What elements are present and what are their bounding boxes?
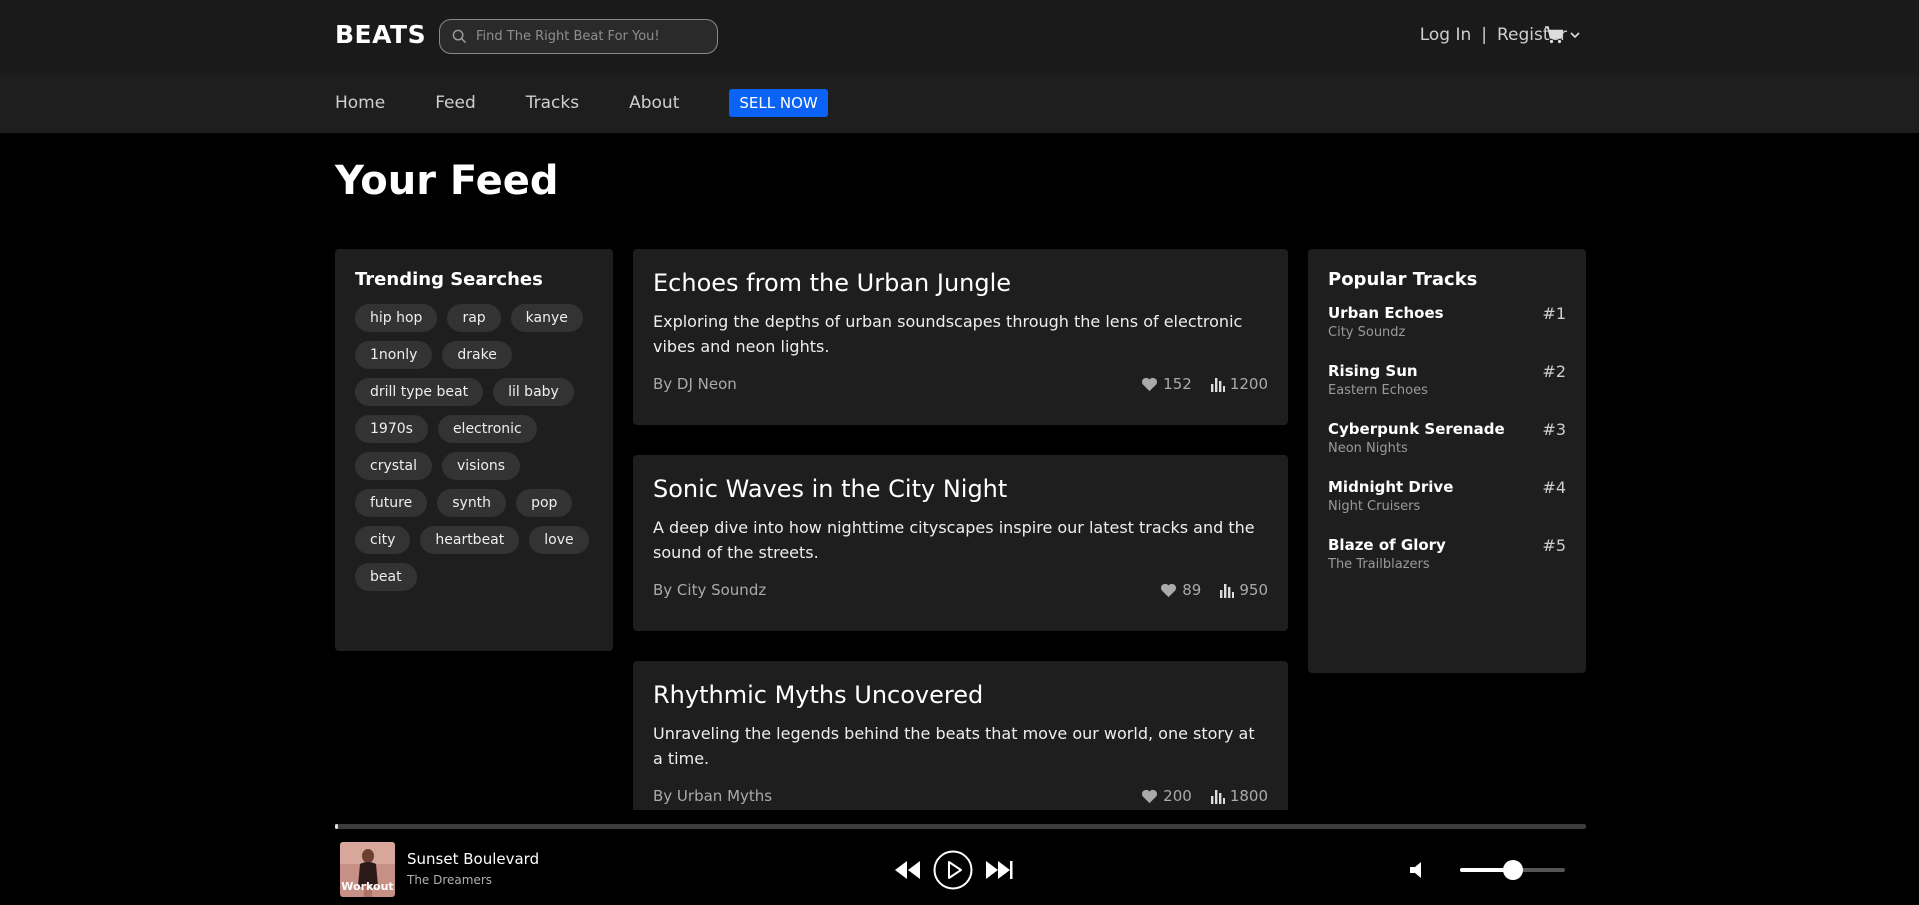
- tag[interactable]: 1nonly: [355, 341, 433, 369]
- track-rank: #2: [1542, 362, 1566, 381]
- track-rank: #5: [1542, 536, 1566, 555]
- tag[interactable]: crystal: [355, 452, 432, 480]
- play-count: 950: [1239, 581, 1268, 599]
- tag[interactable]: heartbeat: [420, 526, 520, 554]
- track-rank: #4: [1542, 478, 1566, 497]
- nav-home[interactable]: Home: [335, 93, 385, 113]
- page-title: Your Feed: [335, 158, 559, 204]
- track-artist: Eastern Echoes: [1328, 383, 1428, 398]
- post-author[interactable]: By Urban Myths: [653, 787, 772, 805]
- now-playing-info: Sunset Boulevard The Dreamers: [407, 850, 539, 887]
- login-link[interactable]: Log In: [1420, 25, 1472, 45]
- post-body: Unraveling the legends behind the beats …: [653, 724, 1255, 768]
- tag[interactable]: 1970s: [355, 415, 428, 443]
- post-title[interactable]: Echoes from the Urban Jungle: [653, 269, 1268, 297]
- sell-now-button[interactable]: SELL NOW: [729, 89, 828, 117]
- post-body: A deep dive into how nighttime cityscape…: [653, 518, 1255, 562]
- tag[interactable]: hip hop: [355, 304, 438, 332]
- track-item[interactable]: Urban Echoes City Soundz #1: [1328, 304, 1566, 340]
- nav-bar: [0, 75, 1919, 133]
- like-count: 200: [1163, 787, 1192, 805]
- chevron-down-icon: [1570, 32, 1580, 39]
- tag[interactable]: lil baby: [493, 378, 574, 406]
- volume-slider-handle[interactable]: [1502, 860, 1523, 880]
- song-artist[interactable]: The Dreamers: [407, 873, 539, 887]
- track-title[interactable]: Blaze of Glory: [1328, 536, 1446, 554]
- track-title[interactable]: Rising Sun: [1328, 362, 1428, 380]
- tag[interactable]: drake: [442, 341, 512, 369]
- feed-post[interactable]: Sonic Waves in the City Night A deep div…: [633, 455, 1288, 631]
- brand-logo[interactable]: BEATS: [335, 20, 426, 49]
- track-artist: Night Cruisers: [1328, 499, 1421, 514]
- tag[interactable]: love: [529, 526, 589, 554]
- popular-tracks-panel: Popular Tracks Urban Echoes City Soundz #…: [1308, 249, 1586, 673]
- track-artist: Neon Nights: [1328, 441, 1408, 456]
- track-item[interactable]: Midnight Drive Night Cruisers #4: [1328, 478, 1566, 514]
- auth-separator: |: [1481, 25, 1487, 45]
- play-count: 1800: [1229, 787, 1268, 805]
- track-item[interactable]: Rising Sun Eastern Echoes #2: [1328, 362, 1566, 398]
- main-nav: Home Feed Tracks About SELL NOW: [335, 89, 828, 117]
- track-title[interactable]: Midnight Drive: [1328, 478, 1453, 496]
- heart-icon[interactable]: [1160, 583, 1177, 598]
- album-cover-label: Workout: [341, 880, 394, 893]
- track-title[interactable]: Cyberpunk Serenade: [1328, 420, 1505, 438]
- track-title[interactable]: Urban Echoes: [1328, 304, 1444, 322]
- previous-track-icon[interactable]: [893, 859, 921, 881]
- like-count: 89: [1182, 581, 1202, 599]
- volume-slider[interactable]: [1460, 860, 1565, 880]
- nav-about[interactable]: About: [629, 93, 679, 113]
- tag-list: hip hop rap kanye 1nonly drake drill typ…: [355, 304, 593, 591]
- track-item[interactable]: Cyberpunk Serenade Neon Nights #3: [1328, 420, 1566, 456]
- nav-tracks[interactable]: Tracks: [526, 93, 579, 113]
- tag[interactable]: pop: [516, 489, 573, 517]
- tag[interactable]: drill type beat: [355, 378, 484, 406]
- track-item[interactable]: Blaze of Glory The Trailblazers #5: [1328, 536, 1566, 572]
- search-icon: [452, 29, 467, 44]
- bar-chart-icon: [1220, 583, 1235, 598]
- tag[interactable]: rap: [447, 304, 501, 332]
- top-bar: [0, 0, 1919, 75]
- heart-icon[interactable]: [1141, 377, 1158, 392]
- tag[interactable]: beat: [355, 563, 417, 591]
- trending-title: Trending Searches: [355, 269, 543, 290]
- post-body: Exploring the depths of urban soundscape…: [653, 312, 1243, 356]
- track-rank: #1: [1542, 304, 1566, 323]
- tag[interactable]: kanye: [510, 304, 583, 332]
- feed-posts: Echoes from the Urban Jungle Exploring t…: [633, 249, 1288, 810]
- trending-searches-panel: Trending Searches hip hop rap kanye 1non…: [335, 249, 613, 651]
- tag[interactable]: city: [355, 526, 411, 554]
- post-title[interactable]: Sonic Waves in the City Night: [653, 475, 1268, 503]
- popular-title: Popular Tracks: [1328, 269, 1478, 290]
- track-rank: #3: [1542, 420, 1566, 439]
- tag[interactable]: electronic: [437, 415, 537, 443]
- cart-icon: [1545, 26, 1564, 44]
- song-title[interactable]: Sunset Boulevard: [407, 850, 539, 868]
- post-author[interactable]: By DJ Neon: [653, 375, 737, 393]
- tag[interactable]: synth: [437, 489, 507, 517]
- post-title[interactable]: Rhythmic Myths Uncovered: [653, 681, 1268, 709]
- album-cover[interactable]: Workout: [340, 842, 395, 897]
- like-count: 152: [1163, 375, 1192, 393]
- play-icon[interactable]: [933, 850, 973, 890]
- post-author[interactable]: By City Soundz: [653, 581, 766, 599]
- nav-feed[interactable]: Feed: [435, 93, 476, 113]
- tag[interactable]: future: [355, 489, 428, 517]
- play-count: 1200: [1229, 375, 1268, 393]
- bar-chart-icon: [1210, 789, 1225, 804]
- feed-post[interactable]: Rhythmic Myths Uncovered Unraveling the …: [633, 661, 1288, 810]
- cart-button[interactable]: [1544, 26, 1580, 44]
- volume-icon[interactable]: [1408, 860, 1428, 880]
- bar-chart-icon: [1210, 377, 1225, 392]
- feed-post[interactable]: Echoes from the Urban Jungle Exploring t…: [633, 249, 1288, 425]
- track-artist: The Trailblazers: [1328, 557, 1430, 572]
- search-box[interactable]: [439, 19, 718, 54]
- tag[interactable]: visions: [442, 452, 521, 480]
- track-artist: City Soundz: [1328, 325, 1406, 340]
- heart-icon[interactable]: [1141, 789, 1158, 804]
- next-track-icon[interactable]: [985, 859, 1013, 881]
- search-input[interactable]: [476, 22, 711, 51]
- playback-controls: [893, 850, 1013, 890]
